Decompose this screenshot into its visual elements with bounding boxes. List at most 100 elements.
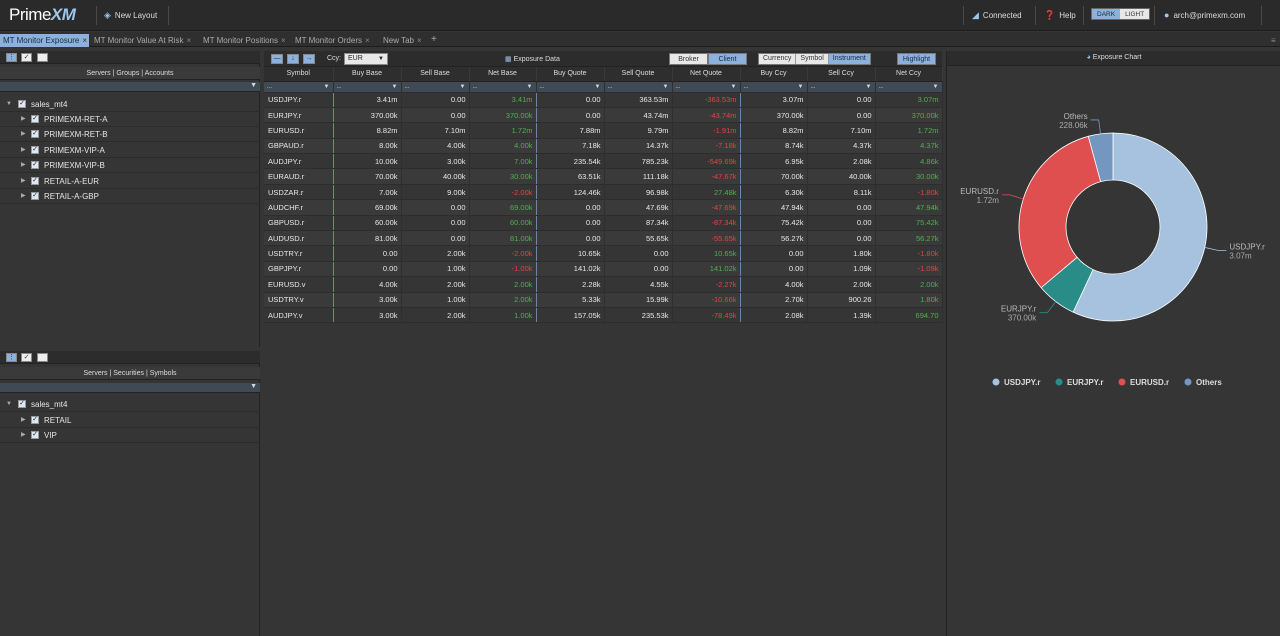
currency-select[interactable]: EUR ▼: [344, 53, 388, 65]
tree-item[interactable]: ▶ ✓ PRIMEXM-VIP-B: [0, 158, 260, 173]
column-filter[interactable]: ... ▼: [875, 81, 943, 93]
filter-icon[interactable]: ▼: [324, 84, 330, 90]
filter-icon[interactable]: ▼: [527, 84, 533, 90]
collapse-icon[interactable]: ▼: [6, 97, 12, 112]
column-header[interactable]: Sell Base: [401, 67, 470, 82]
legend-item[interactable]: USDJPY.r: [1004, 378, 1040, 387]
table-row[interactable]: EURUSD.v 4.00k 2.00k 2.00k 2.28k 4.55k -2.27k 4…: [264, 276, 943, 293]
group-by-toggle[interactable]: Currency Symbol Instrument: [758, 53, 871, 65]
legend-item[interactable]: EURJPY.r: [1067, 378, 1103, 387]
tab-new-tab[interactable]: New Tab ×: [380, 34, 426, 47]
checkbox[interactable]: ✓: [31, 161, 39, 169]
tree-item[interactable]: ▶ ✓ RETAIL: [0, 413, 260, 428]
close-icon[interactable]: ×: [187, 36, 192, 45]
filter-icon[interactable]: ▼: [731, 84, 737, 90]
table-row[interactable]: EURAUD.r 70.00k 40.00k 30.00k 63.51k 111.18k -…: [264, 168, 943, 185]
collapse-icon[interactable]: ▼: [6, 397, 12, 412]
column-header[interactable]: Sell Quote: [604, 67, 673, 82]
table-row[interactable]: USDJPY.r 3.41m 0.00 3.41m 0.00 363.53m -363.53…: [264, 92, 943, 108]
add-tab-icon[interactable]: +: [428, 34, 438, 47]
user-menu[interactable]: ● arch@primexm.com: [1164, 9, 1245, 21]
checkbox[interactable]: ✓: [31, 416, 39, 424]
table-row[interactable]: AUDUSD.r 81.00k 0.00 81.00k 0.00 55.65k -55.65…: [264, 230, 943, 247]
group-currency-button[interactable]: Currency: [759, 54, 797, 64]
tab-mt-monitor-orders[interactable]: MT Monitor Orders ×: [292, 34, 376, 47]
uncheck-all-icon[interactable]: [37, 53, 48, 62]
filter-icon[interactable]: ▼: [866, 84, 872, 90]
tab-mt-monitor-value-at-risk[interactable]: MT Monitor Value At Risk ×: [91, 34, 198, 47]
filter-row[interactable]: ▼: [0, 82, 260, 92]
tree-view-icon[interactable]: ⋮: [6, 353, 17, 362]
column-filter[interactable]: ... ▼: [469, 81, 537, 93]
column-filter[interactable]: ... ▼: [536, 81, 605, 93]
column-filter[interactable]: ... ▼: [807, 81, 876, 93]
column-filter[interactable]: ... ▼: [672, 81, 741, 93]
checkbox[interactable]: ✓: [31, 146, 39, 154]
column-filter[interactable]: ... ▼: [740, 81, 808, 93]
menu-icon[interactable]: ≡: [1268, 34, 1280, 47]
checkbox[interactable]: ✓: [31, 115, 39, 123]
filter-icon[interactable]: ▼: [460, 84, 466, 90]
tab-mt-monitor-exposure[interactable]: MT Monitor Exposure ×: [0, 34, 89, 47]
column-header[interactable]: Buy Ccy: [740, 67, 808, 82]
tab-mt-monitor-positions[interactable]: MT Monitor Positions ×: [200, 34, 290, 47]
column-header[interactable]: Net Base: [469, 67, 537, 82]
table-row[interactable]: AUDCHF.r 69.00k 0.00 69.00k 0.00 47.69k -47.69…: [264, 199, 943, 216]
new-layout-button[interactable]: ◈ New Layout: [104, 9, 157, 21]
filter-icon[interactable]: ▼: [663, 84, 669, 90]
table-row[interactable]: GBPAUD.r 8.00k 4.00k 4.00k 7.18k 14.37k -7.18k…: [264, 138, 943, 155]
column-filter[interactable]: ... ▼: [604, 81, 673, 93]
expand-icon[interactable]: ▶: [21, 174, 26, 189]
close-icon[interactable]: ×: [82, 36, 87, 45]
tree-item[interactable]: ▶ ✓ PRIMEXM-VIP-A: [0, 143, 260, 158]
column-filter[interactable]: ... ▼: [264, 81, 334, 93]
expand-icon[interactable]: ▶: [21, 189, 26, 204]
expand-icon[interactable]: ▶: [21, 112, 26, 127]
checkbox[interactable]: ✓: [31, 177, 39, 185]
table-row[interactable]: AUDJPY.r 10.00k 3.00k 7.00k 235.54k 785.23k -5…: [264, 153, 943, 170]
table-row[interactable]: GBPJPY.r 0.00 1.00k -1.00k 141.02k 0.00 141.02…: [264, 261, 943, 278]
close-icon[interactable]: ×: [281, 36, 286, 45]
group-instrument-button[interactable]: Instrument: [828, 54, 870, 64]
tree-item[interactable]: ▶ ✓ RETAIL-A-GBP: [0, 189, 260, 204]
column-filter[interactable]: ... ▼: [401, 81, 470, 93]
checkbox[interactable]: ✓: [31, 192, 39, 200]
tree-root[interactable]: ▼ ✓ sales_mt4: [0, 397, 260, 412]
table-row[interactable]: EURJPY.r 370.00k 0.00 370.00k 0.00 43.74m -43.…: [264, 107, 943, 124]
table-row[interactable]: USDTRY.r 0.00 2.00k -2.00k 10.65k 0.00 10.65k 0…: [264, 245, 943, 262]
tree-view-icon[interactable]: ⋮: [6, 53, 17, 62]
expand-icon[interactable]: ▶: [21, 413, 26, 428]
theme-toggle[interactable]: DARK LIGHT: [1091, 8, 1151, 20]
expand-icon[interactable]: ▶: [21, 428, 26, 443]
group-symbol-button[interactable]: Symbol: [796, 54, 829, 64]
checkbox[interactable]: ✓: [31, 130, 39, 138]
column-header[interactable]: Buy Base: [333, 67, 402, 82]
column-header[interactable]: Net Ccy: [875, 67, 943, 82]
filter-icon[interactable]: ▼: [595, 84, 601, 90]
filter-icon[interactable]: ▼: [392, 84, 398, 90]
table-row[interactable]: USDZAR.r 7.00k 9.00k -2.00k 124.46k 96.98k 27.…: [264, 184, 943, 201]
table-row[interactable]: GBPUSD.r 60.00k 0.00 60.00k 0.00 87.34k -87.34…: [264, 215, 943, 232]
filter-icon[interactable]: ▼: [250, 82, 257, 89]
highlight-button[interactable]: Highlight: [897, 53, 936, 65]
checkbox[interactable]: ✓: [31, 431, 39, 439]
sort-icon[interactable]: ↓: [287, 54, 299, 64]
expand-icon[interactable]: ▶: [21, 143, 26, 158]
theme-light-button[interactable]: LIGHT: [1120, 9, 1150, 19]
filter-row[interactable]: ... ▼... ▼... ▼... ▼... ▼... ▼... ▼... ▼... ▼... ▼: [264, 81, 943, 93]
tree-root[interactable]: ▼ ✓ sales_mt4: [0, 97, 260, 112]
column-header[interactable]: Symbol: [264, 67, 334, 82]
column-filter[interactable]: ... ▼: [333, 81, 402, 93]
column-header[interactable]: Sell Ccy: [807, 67, 876, 82]
close-icon[interactable]: ×: [365, 36, 370, 45]
pie-slice-eurusd-r[interactable]: [1018, 135, 1102, 289]
tree-item[interactable]: ▶ ✓ VIP: [0, 428, 260, 443]
column-header[interactable]: Buy Quote: [536, 67, 605, 82]
close-icon[interactable]: ×: [417, 36, 422, 45]
expand-icon[interactable]: ▶: [21, 158, 26, 173]
check-all-icon[interactable]: ✓: [21, 53, 32, 62]
arrow-right-icon[interactable]: →: [303, 54, 315, 64]
table-row[interactable]: USDTRY.v 3.00k 1.00k 2.00k 5.33k 15.99k -10.66…: [264, 292, 943, 308]
tree-item[interactable]: ▶ ✓ RETAIL-A-EUR: [0, 174, 260, 189]
client-toggle[interactable]: Client: [708, 53, 747, 65]
